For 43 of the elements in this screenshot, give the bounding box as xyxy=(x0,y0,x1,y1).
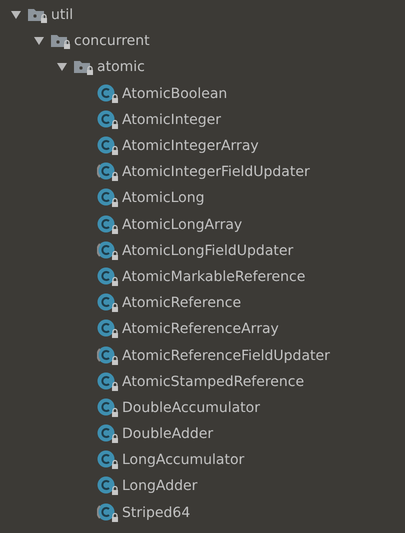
class-name[interactable]: DoubleAdder xyxy=(122,426,214,442)
expand-arrow-icon[interactable] xyxy=(56,61,68,74)
package-name[interactable]: util xyxy=(51,7,74,24)
class-icon xyxy=(97,293,119,314)
class-name[interactable]: AtomicLong xyxy=(122,190,204,206)
class-icon xyxy=(97,398,119,418)
class-icon xyxy=(97,476,119,496)
class-icon xyxy=(97,424,119,444)
abstract-class-icon xyxy=(97,240,119,261)
class-name[interactable]: AtomicMarkableReference xyxy=(122,268,306,285)
abstract-class-icon xyxy=(97,346,119,366)
class-name[interactable]: AtomicReferenceFieldUpdater xyxy=(122,348,330,364)
class-icon xyxy=(97,319,119,340)
package-folder-icon xyxy=(74,58,94,76)
class-name[interactable]: AtomicIntegerFieldUpdater xyxy=(122,164,310,180)
class-icon xyxy=(97,84,119,104)
abstract-class-icon xyxy=(97,502,119,523)
class-icon xyxy=(97,214,119,235)
package-folder-icon xyxy=(28,6,48,24)
class-icon xyxy=(97,136,119,156)
package-name[interactable]: concurrent xyxy=(74,33,150,50)
class-name[interactable]: AtomicLongArray xyxy=(122,216,242,233)
class-name[interactable]: Striped64 xyxy=(122,504,190,521)
class-icon xyxy=(97,188,119,208)
class-name[interactable]: AtomicReferenceArray xyxy=(122,321,279,338)
expand-arrow-icon[interactable] xyxy=(33,35,45,48)
class-name[interactable]: AtomicInteger xyxy=(122,112,221,128)
class-name[interactable]: AtomicStampedReference xyxy=(122,374,304,390)
expand-arrow-icon[interactable] xyxy=(10,9,22,22)
class-name[interactable]: AtomicBoolean xyxy=(122,86,228,102)
class-name[interactable]: AtomicReference xyxy=(122,295,242,312)
class-name[interactable]: AtomicIntegerArray xyxy=(122,138,259,154)
class-icon xyxy=(97,110,119,130)
class-name[interactable]: LongAdder xyxy=(122,478,198,494)
class-icon xyxy=(97,450,119,470)
package-name[interactable]: atomic xyxy=(97,59,145,76)
package-folder-icon xyxy=(51,32,71,50)
class-name[interactable]: LongAccumulator xyxy=(122,452,244,468)
class-name[interactable]: DoubleAccumulator xyxy=(122,400,260,416)
class-icon xyxy=(97,266,119,287)
class-icon xyxy=(97,372,119,392)
abstract-class-icon xyxy=(97,162,119,182)
class-name[interactable]: AtomicLongFieldUpdater xyxy=(122,242,294,259)
